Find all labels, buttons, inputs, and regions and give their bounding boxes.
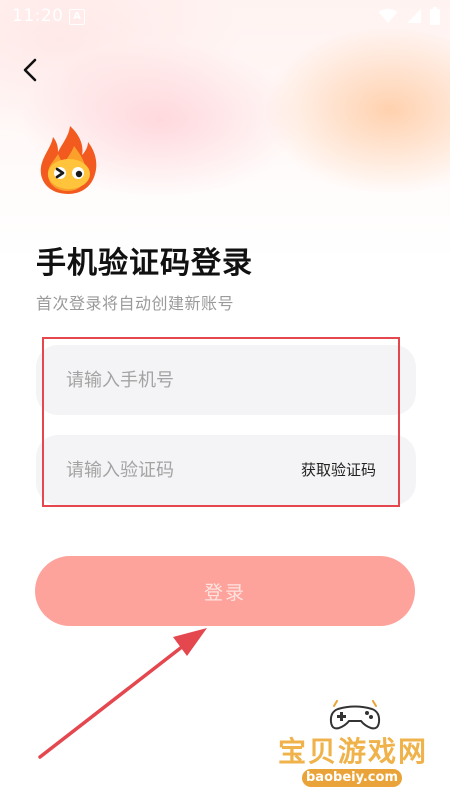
status-time: 11:20 (12, 6, 64, 26)
verification-code-field[interactable]: 获取验证码 (36, 435, 416, 505)
phone-input[interactable] (66, 345, 396, 415)
gamepad-icon (329, 700, 381, 730)
phone-field[interactable] (36, 345, 416, 415)
watermark: 宝贝游戏网 baobeiy.com (272, 700, 442, 795)
signal-icon (407, 9, 421, 23)
status-icons (378, 7, 440, 25)
battery-icon (430, 7, 440, 25)
watermark-text: 宝贝游戏网 (278, 735, 429, 768)
wifi-icon (378, 8, 398, 23)
flame-mascot-icon (40, 126, 97, 194)
page-title: 手机验证码登录 (36, 246, 253, 281)
status-bar: 11:20 A (0, 0, 450, 34)
page-subtitle: 首次登录将自动创建新账号 (36, 294, 235, 313)
login-button[interactable]: 登录 (35, 556, 415, 626)
get-code-button[interactable]: 获取验证码 (301, 435, 376, 505)
watermark-url: baobeiy.com (302, 769, 402, 787)
notification-a-icon: A (69, 9, 85, 25)
chevron-left-icon (23, 58, 37, 82)
back-button[interactable] (12, 52, 48, 88)
verification-code-input[interactable] (66, 435, 286, 505)
